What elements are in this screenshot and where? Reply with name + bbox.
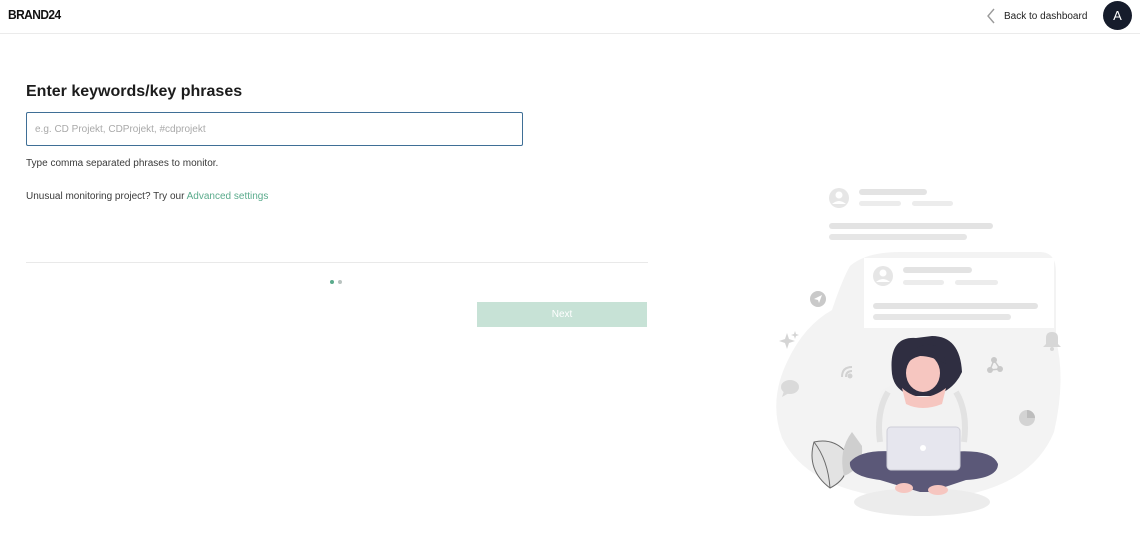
laptop xyxy=(886,426,961,471)
input-hint: Type comma separated phrases to monitor. xyxy=(26,158,219,169)
avatar[interactable]: A xyxy=(1103,1,1132,30)
advanced-settings-link[interactable]: Advanced settings xyxy=(187,191,269,202)
illustration-woman-with-laptop xyxy=(776,188,1061,516)
pie-chart-icon xyxy=(1019,410,1035,426)
brand-logo[interactable]: BRAND24 xyxy=(8,7,61,22)
divider xyxy=(26,262,648,263)
post-card-bottom xyxy=(864,258,1054,328)
keywords-input[interactable] xyxy=(26,112,523,146)
next-button[interactable]: Next xyxy=(477,302,647,327)
step-dot-1 xyxy=(330,280,334,284)
post-card-top xyxy=(829,188,993,240)
step-dot-2 xyxy=(338,280,342,284)
advanced-settings-line: Unusual monitoring project? Try our Adva… xyxy=(26,191,268,202)
back-to-dashboard-label: Back to dashboard xyxy=(1004,10,1088,22)
floor-shadow xyxy=(854,488,990,516)
chevron-left-icon xyxy=(987,8,995,24)
back-to-dashboard-link[interactable]: Back to dashboard xyxy=(983,6,1087,26)
step-indicator xyxy=(330,280,342,284)
top-bar: BRAND24 Back to dashboard A xyxy=(0,0,1140,34)
page-title: Enter keywords/key phrases xyxy=(26,83,243,100)
advanced-settings-prefix: Unusual monitoring project? Try our xyxy=(26,191,187,202)
send-icon xyxy=(810,291,826,307)
